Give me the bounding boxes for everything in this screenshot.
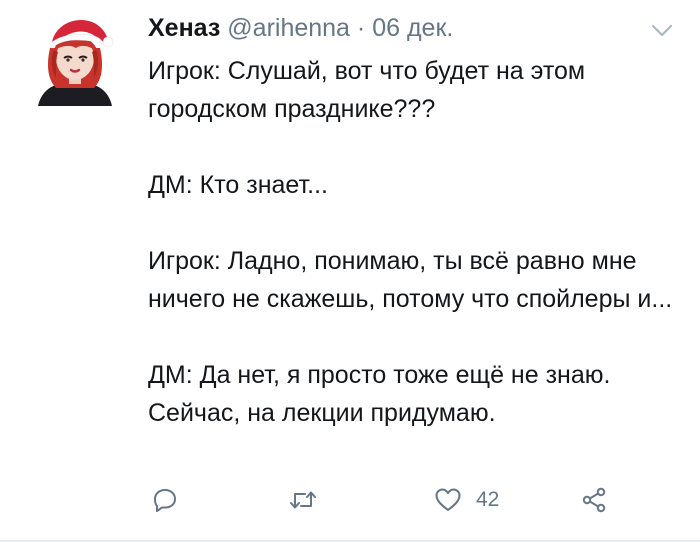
share-icon	[582, 487, 606, 513]
retweet-icon	[290, 491, 316, 509]
tweet-paragraph: Игрок: Ладно, понимаю, ты всё равно мне …	[148, 247, 673, 313]
tweet: Хеназ @arihenna · 06 дек. Игрок: Слушай,…	[0, 0, 700, 542]
tweet-date[interactable]: 06 дек.	[372, 14, 453, 42]
retweet-button[interactable]	[288, 480, 318, 520]
tweet-actions: 42	[148, 480, 618, 520]
like-count: 42	[476, 488, 500, 511]
separator-dot: ·	[356, 14, 366, 42]
tweet-paragraph: Игрок: Слушай, вот что будет на этом гор…	[148, 57, 586, 123]
avatar[interactable]	[32, 14, 118, 106]
heart-icon	[435, 488, 461, 511]
tweet-header: Хеназ @arihenna · 06 дек.	[148, 12, 453, 44]
tweet-paragraph: ДМ: Кто знает...	[148, 171, 328, 199]
chevron-down-icon[interactable]	[650, 22, 674, 38]
tweet-paragraph: ДМ: Да нет, я просто тоже ещё не знаю. С…	[148, 361, 611, 427]
reply-icon	[154, 489, 176, 512]
like-button[interactable]: 42	[434, 480, 499, 520]
tweet-text: Игрок: Слушай, вот что будет на этом гор…	[148, 52, 678, 432]
share-button[interactable]	[580, 480, 608, 520]
author-name[interactable]: Хеназ	[148, 14, 220, 42]
reply-button[interactable]	[152, 480, 178, 520]
author-handle[interactable]: @arihenna	[227, 14, 350, 42]
